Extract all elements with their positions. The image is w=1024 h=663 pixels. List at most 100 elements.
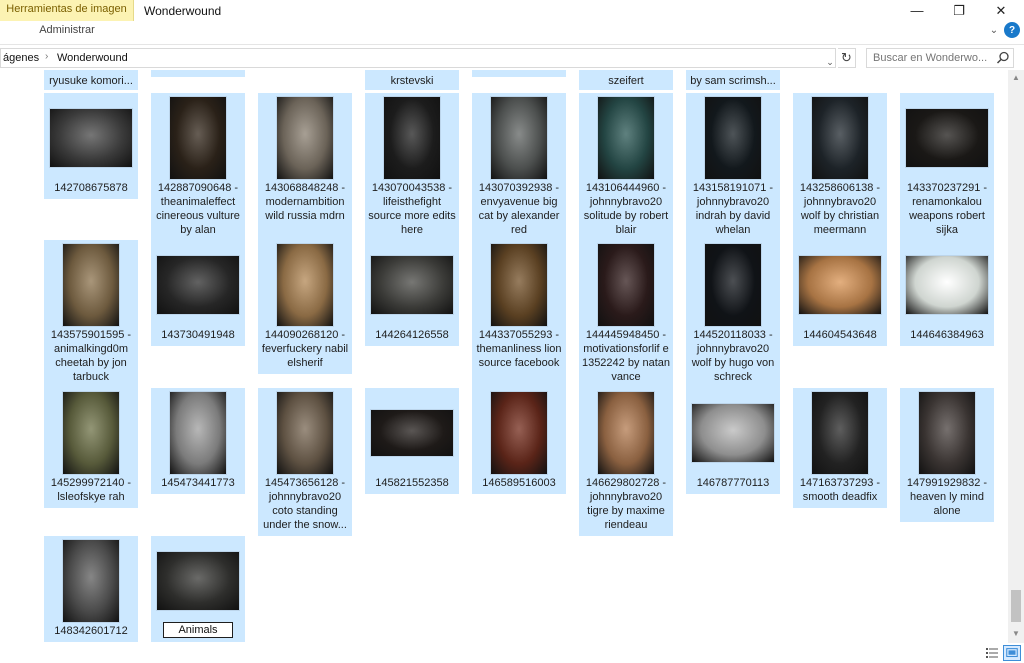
address-dropdown-icon[interactable]: ⌄: [823, 52, 837, 72]
file-item[interactable]: 144646384963: [900, 240, 994, 346]
file-item[interactable]: Animals: [151, 536, 245, 642]
scroll-down-icon[interactable]: ▼: [1008, 626, 1024, 640]
thumbnail-frame: [151, 243, 245, 327]
thumbnail-frame: [900, 243, 994, 327]
refresh-button[interactable]: ↻: [838, 48, 856, 68]
thumbnail-frame: [900, 391, 994, 475]
file-item[interactable]: 144520118033 - johnnybravo20 wolf by hug…: [686, 240, 780, 388]
tab-image-tools[interactable]: Herramientas de imagen: [0, 0, 134, 21]
file-item[interactable]: 143068848248 - modernambition wild russi…: [258, 93, 352, 241]
address-row: ágenes › Wonderwound ⌄ ↻: [0, 44, 1024, 70]
file-item[interactable]: 143575901595 - animalkingd0m cheetah by …: [44, 240, 138, 388]
file-item[interactable]: 146629802728 - johnnybravo20 tigre by ma…: [579, 388, 673, 536]
scroll-thumb[interactable]: [1011, 590, 1021, 622]
file-item[interactable]: 147991929832 - heaven ly mind alone: [900, 388, 994, 522]
search-input[interactable]: [866, 48, 1014, 68]
file-item-label: 143730491948: [161, 329, 235, 341]
minimize-button[interactable]: —: [896, 0, 938, 21]
breadcrumb-parent[interactable]: ágenes: [3, 51, 39, 65]
file-item[interactable]: 144090268120 - feverfuckery nabil elsher…: [258, 240, 352, 374]
file-item-label: 144604543648: [803, 329, 877, 341]
file-view[interactable]: ryusuke komori... krstevski szeifert by sam…: [0, 70, 1008, 643]
image-thumbnail: [371, 410, 453, 456]
thumbnail-frame: [151, 96, 245, 180]
breadcrumb-current[interactable]: Wonderwound: [57, 51, 128, 65]
file-item[interactable]: 146589516003: [472, 388, 566, 494]
file-item[interactable]: [472, 70, 566, 77]
help-icon[interactable]: ?: [1004, 22, 1020, 38]
image-thumbnail: [705, 244, 761, 326]
file-item[interactable]: 144604543648: [793, 240, 887, 346]
file-item[interactable]: ryusuke komori...: [44, 70, 138, 90]
maximize-button[interactable]: ❐: [938, 0, 980, 21]
thumbnail-frame: [151, 391, 245, 475]
file-item[interactable]: 143106444960 - johnnybravo20 solitude by…: [579, 93, 673, 241]
file-item[interactable]: szeifert: [579, 70, 673, 90]
close-button[interactable]: ✕: [980, 0, 1022, 21]
file-item[interactable]: 147163737293 - smooth deadfix: [793, 388, 887, 508]
file-item[interactable]: 148342601712: [44, 536, 138, 642]
file-item-label: 143070392938 - envyavenue big cat by ale…: [478, 182, 560, 236]
file-item[interactable]: 143158191071 - johnnybravo20 indrah by d…: [686, 93, 780, 241]
file-item-label: 143370237291 - renamonkalou weapons robe…: [906, 182, 988, 236]
details-view-icon[interactable]: [984, 645, 1000, 661]
thumbnail-frame: [793, 391, 887, 475]
thumbnail-frame: [365, 391, 459, 475]
file-item[interactable]: 144445948450 - motivationsforlif e 13522…: [579, 240, 673, 388]
file-item-label: by sam scrimsh...: [690, 75, 776, 87]
tab-manage[interactable]: Administrar: [0, 21, 134, 40]
file-item-label: 144445948450 - motivationsforlif e 13522…: [581, 329, 671, 383]
image-thumbnail: [384, 97, 440, 179]
file-item-label: 144337055293 - themanliness lion source …: [476, 329, 562, 369]
address-bar[interactable]: ágenes › Wonderwound ⌄: [0, 48, 836, 68]
file-item[interactable]: 143370237291 - renamonkalou weapons robe…: [900, 93, 994, 241]
file-item[interactable]: 145473441773: [151, 388, 245, 494]
image-thumbnail: [277, 244, 333, 326]
image-thumbnail: [491, 392, 547, 474]
file-item-label: 142887090648 - theanimaleffect cinereous…: [156, 182, 240, 236]
thumbnail-frame: [258, 391, 352, 475]
vertical-scrollbar[interactable]: ▲ ▼: [1008, 70, 1024, 643]
large-icons-view-icon[interactable]: [1003, 645, 1021, 661]
search-icon[interactable]: [996, 51, 1010, 65]
file-item[interactable]: 143258606138 - johnnybravo20 wolf by chr…: [793, 93, 887, 241]
file-item-label: 144264126558: [375, 329, 449, 341]
image-thumbnail: [63, 540, 119, 622]
file-item[interactable]: 145299972140 - lsleofskye rah: [44, 388, 138, 508]
thumbnail-frame: [579, 391, 673, 475]
image-thumbnail: [598, 244, 654, 326]
thumbnail-frame: [472, 391, 566, 475]
file-item[interactable]: 143070043538 - lifeisthefight source mor…: [365, 93, 459, 241]
file-item[interactable]: 142708675878: [44, 93, 138, 199]
file-item[interactable]: 146787770113: [686, 388, 780, 494]
image-thumbnail: [906, 256, 988, 314]
file-item[interactable]: by sam scrimsh...: [686, 70, 780, 90]
file-item[interactable]: 143730491948: [151, 240, 245, 346]
image-thumbnail: [371, 256, 453, 314]
rename-input[interactable]: Animals: [163, 622, 233, 638]
file-item[interactable]: 144264126558: [365, 240, 459, 346]
file-item[interactable]: 142887090648 - theanimaleffect cinereous…: [151, 93, 245, 241]
file-item[interactable]: 145821552358: [365, 388, 459, 494]
file-item[interactable]: 145473656128 - johnnybravo20 coto standi…: [258, 388, 352, 536]
image-thumbnail: [906, 109, 988, 167]
scroll-up-icon[interactable]: ▲: [1008, 70, 1024, 84]
image-thumbnail: [705, 97, 761, 179]
file-item[interactable]: 143070392938 - envyavenue big cat by ale…: [472, 93, 566, 241]
file-item-label: 143068848248 - modernambition wild russi…: [264, 182, 346, 222]
file-item[interactable]: krstevski: [365, 70, 459, 90]
file-item-label: 145473656128 - johnnybravo20 coto standi…: [263, 477, 347, 531]
file-item[interactable]: [151, 70, 245, 77]
image-thumbnail: [277, 392, 333, 474]
thumbnail-frame: [44, 391, 138, 475]
thumbnail-frame: [900, 96, 994, 180]
breadcrumb-separator[interactable]: ›: [45, 51, 48, 62]
image-thumbnail: [598, 392, 654, 474]
file-item-label: 145821552358: [375, 477, 449, 489]
image-thumbnail: [170, 97, 226, 179]
thumbnail-frame: [258, 243, 352, 327]
file-item-label: 144090268120 - feverfuckery nabil elsher…: [261, 329, 349, 369]
file-item[interactable]: 144337055293 - themanliness lion source …: [472, 240, 566, 388]
ribbon-expand-icon[interactable]: ⌄: [986, 22, 1002, 38]
window-title: Wonderwound: [144, 4, 222, 18]
